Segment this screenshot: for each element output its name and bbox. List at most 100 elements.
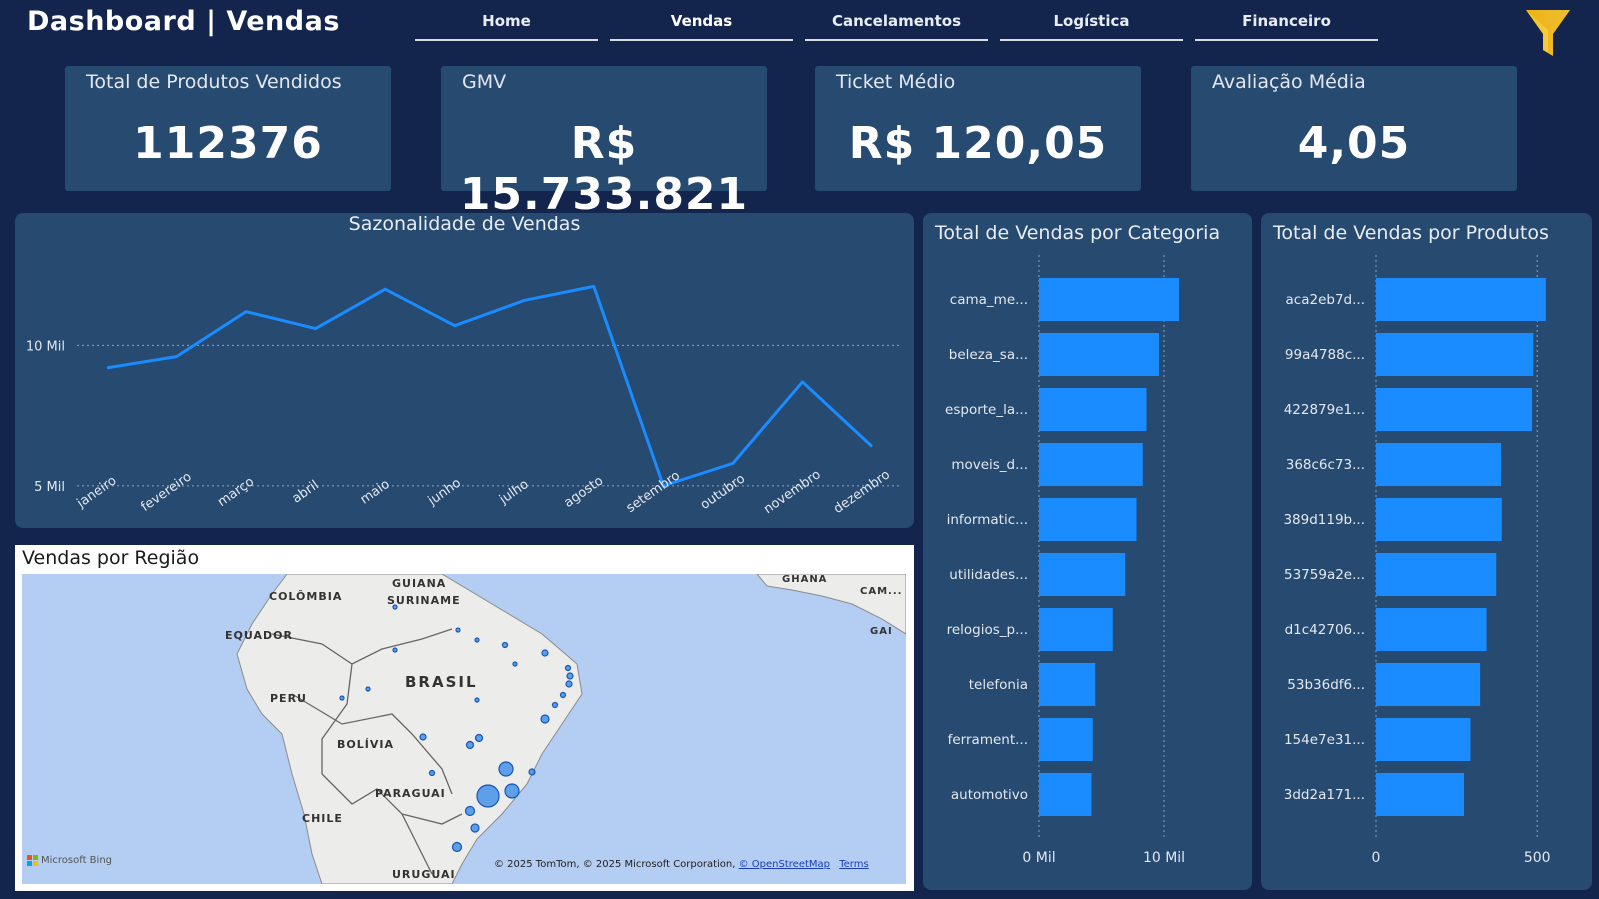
bar[interactable] bbox=[1039, 278, 1179, 321]
map-bubbles bbox=[339, 604, 574, 853]
y-tick-label: 53b36df6... bbox=[1287, 677, 1365, 693]
map-bubble bbox=[465, 740, 475, 750]
product-bar-chart-svg: 0 500 aca2eb7d... 99a4788c... 422879e1... 368… bbox=[1283, 255, 1551, 866]
map-bubble bbox=[419, 733, 427, 741]
map-bubble bbox=[474, 733, 484, 743]
kpi-value: 112376 bbox=[133, 118, 323, 169]
map-bubble bbox=[455, 627, 461, 633]
y-tick-label: ferrament... bbox=[948, 732, 1028, 748]
tab-logistica[interactable]: Logística bbox=[1000, 8, 1183, 41]
osm-link[interactable]: © OpenStreetMap bbox=[739, 859, 830, 870]
x-tick-label: fevereiro bbox=[138, 469, 194, 515]
bar[interactable] bbox=[1376, 663, 1481, 706]
map-panel: Vendas por Região COLÔMBIA GUIANA SURINA… bbox=[15, 545, 914, 891]
kpi-label: Avaliação Média bbox=[1212, 71, 1366, 93]
tab-home[interactable]: Home bbox=[415, 8, 598, 41]
bar[interactable] bbox=[1376, 553, 1497, 596]
map-bubble bbox=[474, 697, 480, 703]
category-bar-chart-svg: 0 Mil 10 Mil cama_me... beleza_sa...esporte… bbox=[945, 255, 1185, 866]
x-tick-label: 0 Mil bbox=[1022, 850, 1055, 866]
map-bubble bbox=[451, 841, 463, 853]
bar[interactable] bbox=[1039, 333, 1159, 376]
bar[interactable] bbox=[1376, 498, 1502, 541]
bar[interactable] bbox=[1039, 498, 1137, 541]
map-bubble bbox=[512, 661, 518, 667]
map-bubble bbox=[551, 701, 559, 709]
y-tick-label: 5 Mil bbox=[34, 480, 65, 495]
bar[interactable] bbox=[1376, 608, 1487, 651]
x-tick-label: setembro bbox=[624, 468, 683, 516]
x-tick-label: abril bbox=[290, 478, 322, 507]
map-bubble bbox=[528, 768, 536, 776]
map-bubble bbox=[541, 649, 549, 657]
y-tick-label: beleza_sa... bbox=[949, 347, 1028, 363]
terms-link[interactable]: Terms bbox=[839, 859, 868, 870]
map-bubble bbox=[392, 604, 398, 610]
x-tick-label: agosto bbox=[561, 473, 606, 511]
kpi-label: Total de Produtos Vendidos bbox=[86, 71, 342, 93]
bing-logo-text: Microsoft Bing bbox=[41, 855, 113, 866]
bar[interactable] bbox=[1039, 663, 1096, 706]
bar[interactable] bbox=[1376, 333, 1534, 376]
map-bubble bbox=[501, 641, 509, 649]
x-tick-label: 0 bbox=[1372, 850, 1381, 866]
map-bubble bbox=[559, 691, 567, 699]
kpi-card-ticket-medio: Ticket Médio R$ 120,05 bbox=[815, 66, 1141, 191]
y-tick-label: d1c42706... bbox=[1285, 622, 1365, 638]
y-tick-label: automotivo bbox=[951, 787, 1028, 803]
kpi-card-produtos-vendidos: Total de Produtos Vendidos 112376 bbox=[65, 66, 391, 191]
map-bubble bbox=[504, 783, 520, 799]
x-tick-label: julho bbox=[496, 477, 531, 508]
map-bubble bbox=[428, 769, 436, 777]
x-tick-label: janeiro bbox=[74, 473, 120, 511]
map-bubble bbox=[566, 672, 574, 680]
map-bubble bbox=[564, 664, 572, 672]
y-tick-label: 10 Mil bbox=[26, 339, 65, 354]
bar[interactable] bbox=[1039, 773, 1092, 816]
x-tick-label: junho bbox=[425, 476, 464, 510]
map-bubble bbox=[476, 784, 500, 808]
bar[interactable] bbox=[1039, 443, 1143, 486]
kpi-value: R$ 15.733.821 bbox=[459, 118, 749, 220]
y-tick-label: utilidades... bbox=[949, 567, 1028, 583]
bar[interactable] bbox=[1376, 278, 1546, 321]
tab-financeiro[interactable]: Financeiro bbox=[1195, 8, 1378, 41]
map-canvas[interactable]: COLÔMBIA GUIANA SURINAME EQUADOR BRASIL … bbox=[22, 574, 906, 884]
chart-vendas-produtos: Total de Vendas por Produtos 0 500 aca2eb7… bbox=[1261, 213, 1592, 890]
bar[interactable] bbox=[1376, 443, 1502, 486]
bar[interactable] bbox=[1376, 388, 1533, 431]
bar[interactable] bbox=[1039, 608, 1113, 651]
x-tick-label: 10 Mil bbox=[1143, 850, 1185, 866]
bar[interactable] bbox=[1376, 773, 1465, 816]
funnel-icon[interactable] bbox=[1524, 8, 1572, 60]
tab-cancelamentos[interactable]: Cancelamentos bbox=[805, 8, 988, 41]
bar[interactable] bbox=[1376, 718, 1471, 761]
tab-vendas[interactable]: Vendas bbox=[610, 8, 793, 41]
map-bubble bbox=[540, 714, 550, 724]
y-tick-label: cama_me... bbox=[950, 292, 1028, 308]
bar[interactable] bbox=[1039, 388, 1147, 431]
map-bubble bbox=[464, 805, 476, 817]
bar[interactable] bbox=[1039, 718, 1093, 761]
y-tick-label: 99a4788c... bbox=[1285, 347, 1365, 363]
chart-sazonalidade: Sazonalidade de Vendas 5 Mil 10 Mil janeir… bbox=[15, 213, 914, 528]
y-tick-label: 422879e1... bbox=[1284, 402, 1365, 418]
map-bubble bbox=[565, 680, 573, 688]
kpi-value: R$ 120,05 bbox=[848, 118, 1108, 169]
series-line bbox=[106, 284, 874, 488]
y-tick-label: moveis_d... bbox=[951, 457, 1028, 473]
y-tick-label: 389d119b... bbox=[1283, 512, 1365, 528]
x-tick-label: maio bbox=[358, 477, 393, 508]
map-title: Vendas por Região bbox=[22, 547, 200, 569]
x-tick-label: outubro bbox=[698, 471, 748, 512]
page-title: Dashboard | Vendas bbox=[27, 6, 340, 37]
y-tick-label: 3dd2a171... bbox=[1284, 787, 1365, 803]
y-tick-label: telefonia bbox=[969, 677, 1028, 693]
kpi-label: Ticket Médio bbox=[836, 71, 956, 93]
kpi-card-gmv: GMV R$ 15.733.821 bbox=[441, 66, 767, 220]
bing-logo: Microsoft Bing bbox=[27, 855, 112, 866]
bar[interactable] bbox=[1039, 553, 1126, 596]
map-bubble bbox=[470, 823, 480, 833]
x-tick-label: novembro bbox=[761, 467, 824, 517]
map-copyright: © 2025 TomTom, © 2025 Microsoft Corporat… bbox=[494, 859, 869, 870]
